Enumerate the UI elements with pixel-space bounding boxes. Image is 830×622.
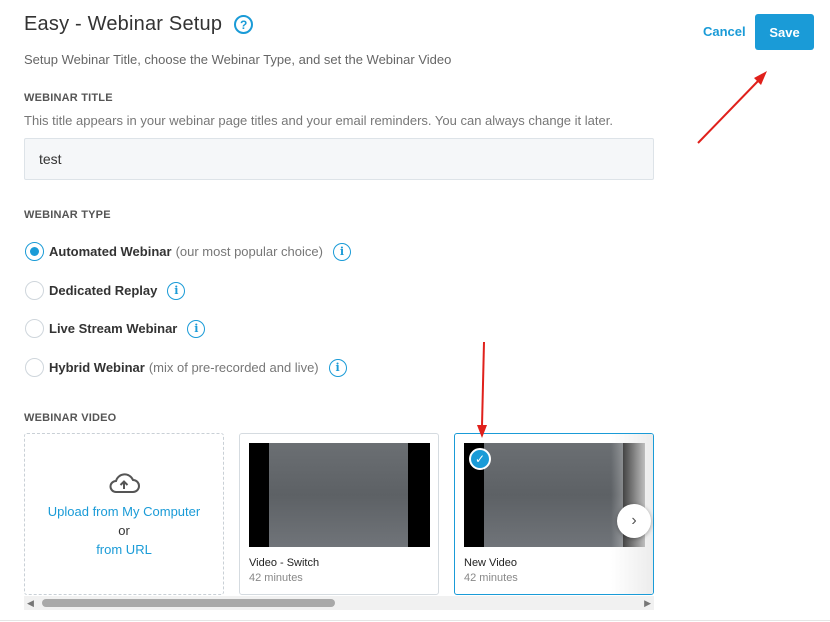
- radio-option-automated[interactable]: Automated Webinar (our most popular choi…: [25, 242, 351, 261]
- video-card[interactable]: Video - Switch 42 minutes: [239, 433, 439, 595]
- info-icon[interactable]: i: [328, 358, 347, 377]
- radio-option-hybrid[interactable]: Hybrid Webinar (mix of pre-recorded and …: [25, 358, 347, 377]
- video-carousel: Upload from My Computer or from URL Vide…: [24, 433, 654, 595]
- radio-button[interactable]: [25, 281, 44, 300]
- radio-option-live-stream[interactable]: Live Stream Webinar i: [25, 319, 206, 338]
- info-icon[interactable]: i: [167, 281, 186, 300]
- cancel-button[interactable]: Cancel: [703, 24, 746, 39]
- radio-label: Live Stream Webinar: [49, 321, 178, 336]
- video-name: Video - Switch: [249, 557, 320, 569]
- scrollbar-thumb[interactable]: [42, 599, 335, 607]
- or-text: or: [118, 522, 130, 538]
- radio-button[interactable]: [25, 358, 44, 377]
- video-duration: 42 minutes: [464, 572, 518, 584]
- radio-button[interactable]: [25, 319, 44, 338]
- divider: [0, 620, 830, 621]
- header: Easy - Webinar Setup ?: [24, 13, 254, 36]
- video-name: New Video: [464, 557, 517, 569]
- webinar-type-label: WEBINAR TYPE: [24, 209, 111, 221]
- save-button[interactable]: Save: [755, 14, 814, 50]
- upload-from-computer-link[interactable]: Upload from My Computer: [48, 504, 200, 519]
- radio-option-dedicated-replay[interactable]: Dedicated Replay i: [25, 281, 186, 300]
- upload-card[interactable]: Upload from My Computer or from URL: [24, 433, 224, 595]
- cloud-upload-icon: [109, 472, 140, 493]
- annotation-arrowhead-save: [754, 71, 767, 85]
- horizontal-scrollbar[interactable]: ◀ ▶: [24, 596, 654, 610]
- page-title: Easy - Webinar Setup: [24, 13, 223, 35]
- webinar-title-label: WEBINAR TITLE: [24, 92, 113, 104]
- radio-label: Hybrid Webinar: [49, 360, 145, 375]
- page-subtitle: Setup Webinar Title, choose the Webinar …: [24, 52, 452, 67]
- webinar-video-label: WEBINAR VIDEO: [24, 412, 117, 424]
- radio-note: (our most popular choice): [175, 244, 323, 259]
- radio-label: Dedicated Replay: [49, 283, 158, 298]
- question-circle-icon[interactable]: ?: [234, 15, 254, 34]
- video-duration: 42 minutes: [249, 572, 303, 584]
- scroll-left-icon[interactable]: ◀: [27, 598, 34, 609]
- info-icon[interactable]: i: [187, 319, 206, 338]
- video-thumbnail: [249, 443, 430, 547]
- annotation-arrow-video: [481, 341, 485, 427]
- radio-button[interactable]: [25, 242, 44, 261]
- radio-label: Automated Webinar: [49, 244, 172, 259]
- webinar-title-input[interactable]: [24, 138, 654, 180]
- scroll-right-icon[interactable]: ▶: [644, 598, 651, 609]
- info-icon[interactable]: i: [332, 242, 351, 261]
- chevron-right-icon[interactable]: ›: [617, 504, 651, 538]
- webinar-title-helper: This title appears in your webinar page …: [24, 113, 613, 128]
- annotation-arrow-save: [697, 79, 760, 144]
- upload-from-url-link[interactable]: from URL: [96, 542, 152, 557]
- checkmark-icon: ✓: [469, 448, 491, 470]
- radio-note: (mix of pre-recorded and live): [148, 360, 319, 375]
